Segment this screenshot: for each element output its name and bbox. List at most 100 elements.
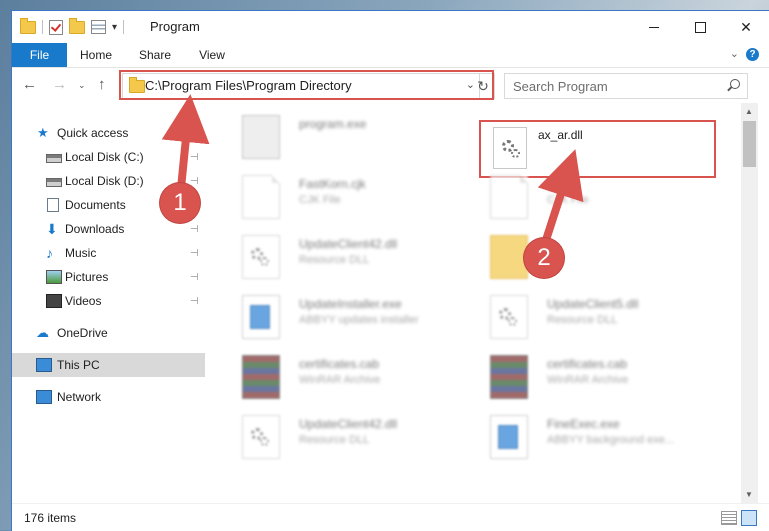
file-item[interactable]: certificates.cab WinRAR Archive — [218, 349, 458, 401]
sidebar-item-videos[interactable]: Videos ⊣ — [12, 289, 205, 313]
gear-document-icon — [242, 415, 280, 459]
network-icon — [36, 390, 52, 404]
toolbar-separator — [42, 20, 43, 34]
exe-icon — [490, 415, 528, 459]
tab-share[interactable]: Share — [133, 43, 177, 67]
file-item[interactable] — [466, 229, 706, 281]
drive-icon — [46, 178, 62, 187]
archive-icon — [242, 355, 280, 399]
recent-locations-chevron-icon[interactable]: ⌄ — [78, 80, 86, 91]
navigation-pane: ★ Quick access Local Disk (C:) ⊣ Local D… — [12, 103, 207, 503]
gear-document-icon — [490, 295, 528, 339]
explorer-window: ▾ Program ✕ File Home Share View ⌄ ? ← →… — [12, 11, 769, 531]
tab-file[interactable]: File — [12, 43, 67, 67]
window-controls: ✕ — [631, 11, 769, 43]
scroll-up-icon[interactable]: ▲ — [745, 107, 753, 116]
folder-icon — [490, 235, 528, 279]
maximize-button[interactable] — [677, 11, 723, 43]
file-name: gtdl — [547, 177, 567, 191]
pin-icon[interactable]: ⊣ — [190, 248, 199, 259]
tab-home[interactable]: Home — [74, 43, 118, 67]
file-item[interactable]: UpdateInstaller.exe ABBYY updates instal… — [218, 289, 458, 341]
scroll-down-icon[interactable]: ▼ — [745, 490, 753, 499]
documents-icon — [47, 198, 59, 212]
pin-icon[interactable]: ⊣ — [190, 152, 199, 163]
file-item[interactable]: UpdateClient42.dll Resource DLL — [218, 229, 458, 281]
search-box[interactable] — [504, 73, 748, 99]
up-arrow-icon[interactable]: ↑ — [98, 76, 106, 93]
address-folder-icon — [129, 77, 145, 93]
quick-access-toolbar: ▾ — [20, 17, 125, 36]
address-bar[interactable]: C:\Program Files\Program Directory ⌄ — [122, 73, 480, 99]
minimize-icon — [649, 26, 659, 28]
file-name: UpdateClient42.dll — [299, 417, 398, 431]
file-list: program.exe ax_ar.dll FastKorn.cjk CJK F… — [208, 103, 741, 503]
sidebar-item-local-disk-c[interactable]: Local Disk (C:) ⊣ — [12, 145, 205, 169]
file-name: FastKorn.cjk — [299, 177, 366, 191]
large-icons-view-icon[interactable] — [741, 510, 757, 526]
file-item[interactable]: UpdateClient42.dll Resource DLL — [218, 409, 458, 461]
sidebar-item-pictures[interactable]: Pictures ⊣ — [12, 265, 205, 289]
refresh-icon: ↻ — [477, 78, 489, 94]
refresh-button[interactable]: ↻ — [472, 73, 495, 99]
maximize-icon — [694, 21, 706, 33]
file-item[interactable]: program.exe — [218, 109, 458, 161]
file-name: certificates.cab — [299, 357, 380, 371]
toolbar-separator — [123, 20, 125, 34]
file-name: UpdateClient42.dll — [299, 237, 398, 251]
pin-icon[interactable]: ⊣ — [190, 176, 199, 187]
address-path[interactable]: C:\Program Files\Program Directory — [145, 78, 352, 93]
sidebar-item-quick-access[interactable]: ★ Quick access — [12, 121, 205, 145]
drive-icon — [46, 154, 62, 163]
gear-document-icon — [242, 235, 280, 279]
close-icon: ✕ — [740, 18, 752, 35]
archive-icon — [490, 355, 528, 399]
help-icon[interactable]: ? — [746, 48, 759, 61]
sidebar-item-music[interactable]: ♪ Music ⊣ — [12, 241, 205, 265]
callout-badge-1: 1 — [160, 183, 200, 223]
tab-view[interactable]: View — [192, 43, 232, 67]
pin-icon[interactable]: ⊣ — [190, 224, 199, 235]
gear-document-icon — [493, 127, 527, 169]
sidebar-item-network[interactable]: Network — [12, 385, 205, 409]
file-name: certificates.cab — [547, 357, 628, 371]
customize-toolbar-chevron-icon[interactable]: ▾ — [112, 22, 117, 33]
new-folder-icon[interactable] — [69, 17, 85, 34]
forward-arrow-icon[interactable]: → — [52, 76, 67, 93]
folder-icon[interactable] — [20, 17, 36, 34]
file-description: CJK File — [299, 194, 341, 206]
search-input[interactable] — [513, 77, 713, 95]
pictures-icon — [46, 270, 62, 284]
pin-icon[interactable]: ⊣ — [190, 296, 199, 307]
file-description: ABBYY background exe... — [547, 434, 674, 446]
document-icon — [490, 175, 528, 219]
ribbon-tabs: File Home Share View ⌄ ? — [12, 43, 769, 68]
music-icon: ♪ — [46, 245, 53, 261]
exe-icon — [242, 295, 280, 339]
file-item[interactable]: FineExec.exe ABBYY background exe... — [466, 409, 706, 461]
details-view-icon[interactable] — [721, 511, 737, 525]
computer-icon — [36, 358, 52, 372]
file-item[interactable]: UpdateClient5.dll Resource DLL — [466, 289, 706, 341]
file-description: ABBYY updates installer — [299, 314, 419, 326]
properties-check-icon[interactable] — [49, 19, 63, 35]
document-icon — [242, 175, 280, 219]
search-icon[interactable] — [730, 79, 740, 89]
back-arrow-icon[interactable]: ← — [22, 76, 37, 93]
scrollbar-thumb[interactable] — [743, 121, 756, 167]
program-icon — [242, 115, 280, 159]
minimize-button[interactable] — [631, 11, 677, 43]
expand-ribbon-chevron-icon[interactable]: ⌄ — [730, 47, 739, 60]
rename-icon[interactable] — [91, 20, 106, 34]
close-button[interactable]: ✕ — [723, 11, 769, 43]
vertical-scrollbar[interactable]: ▲ ▼ — [741, 103, 758, 503]
title-bar: ▾ Program ✕ — [12, 11, 769, 43]
file-item[interactable]: gtdl CJK File — [466, 169, 706, 221]
file-item[interactable]: certificates.cab WinRAR Archive — [466, 349, 706, 401]
pin-icon[interactable]: ⊣ — [190, 272, 199, 283]
file-item[interactable]: FastKorn.cjk CJK File — [218, 169, 458, 221]
file-name: ax_ar.dll — [538, 128, 583, 142]
sidebar-item-onedrive[interactable]: ☁ OneDrive — [12, 321, 205, 345]
sidebar-item-this-pc[interactable]: This PC — [12, 353, 205, 377]
sidebar-item-label: Pictures — [65, 270, 109, 284]
